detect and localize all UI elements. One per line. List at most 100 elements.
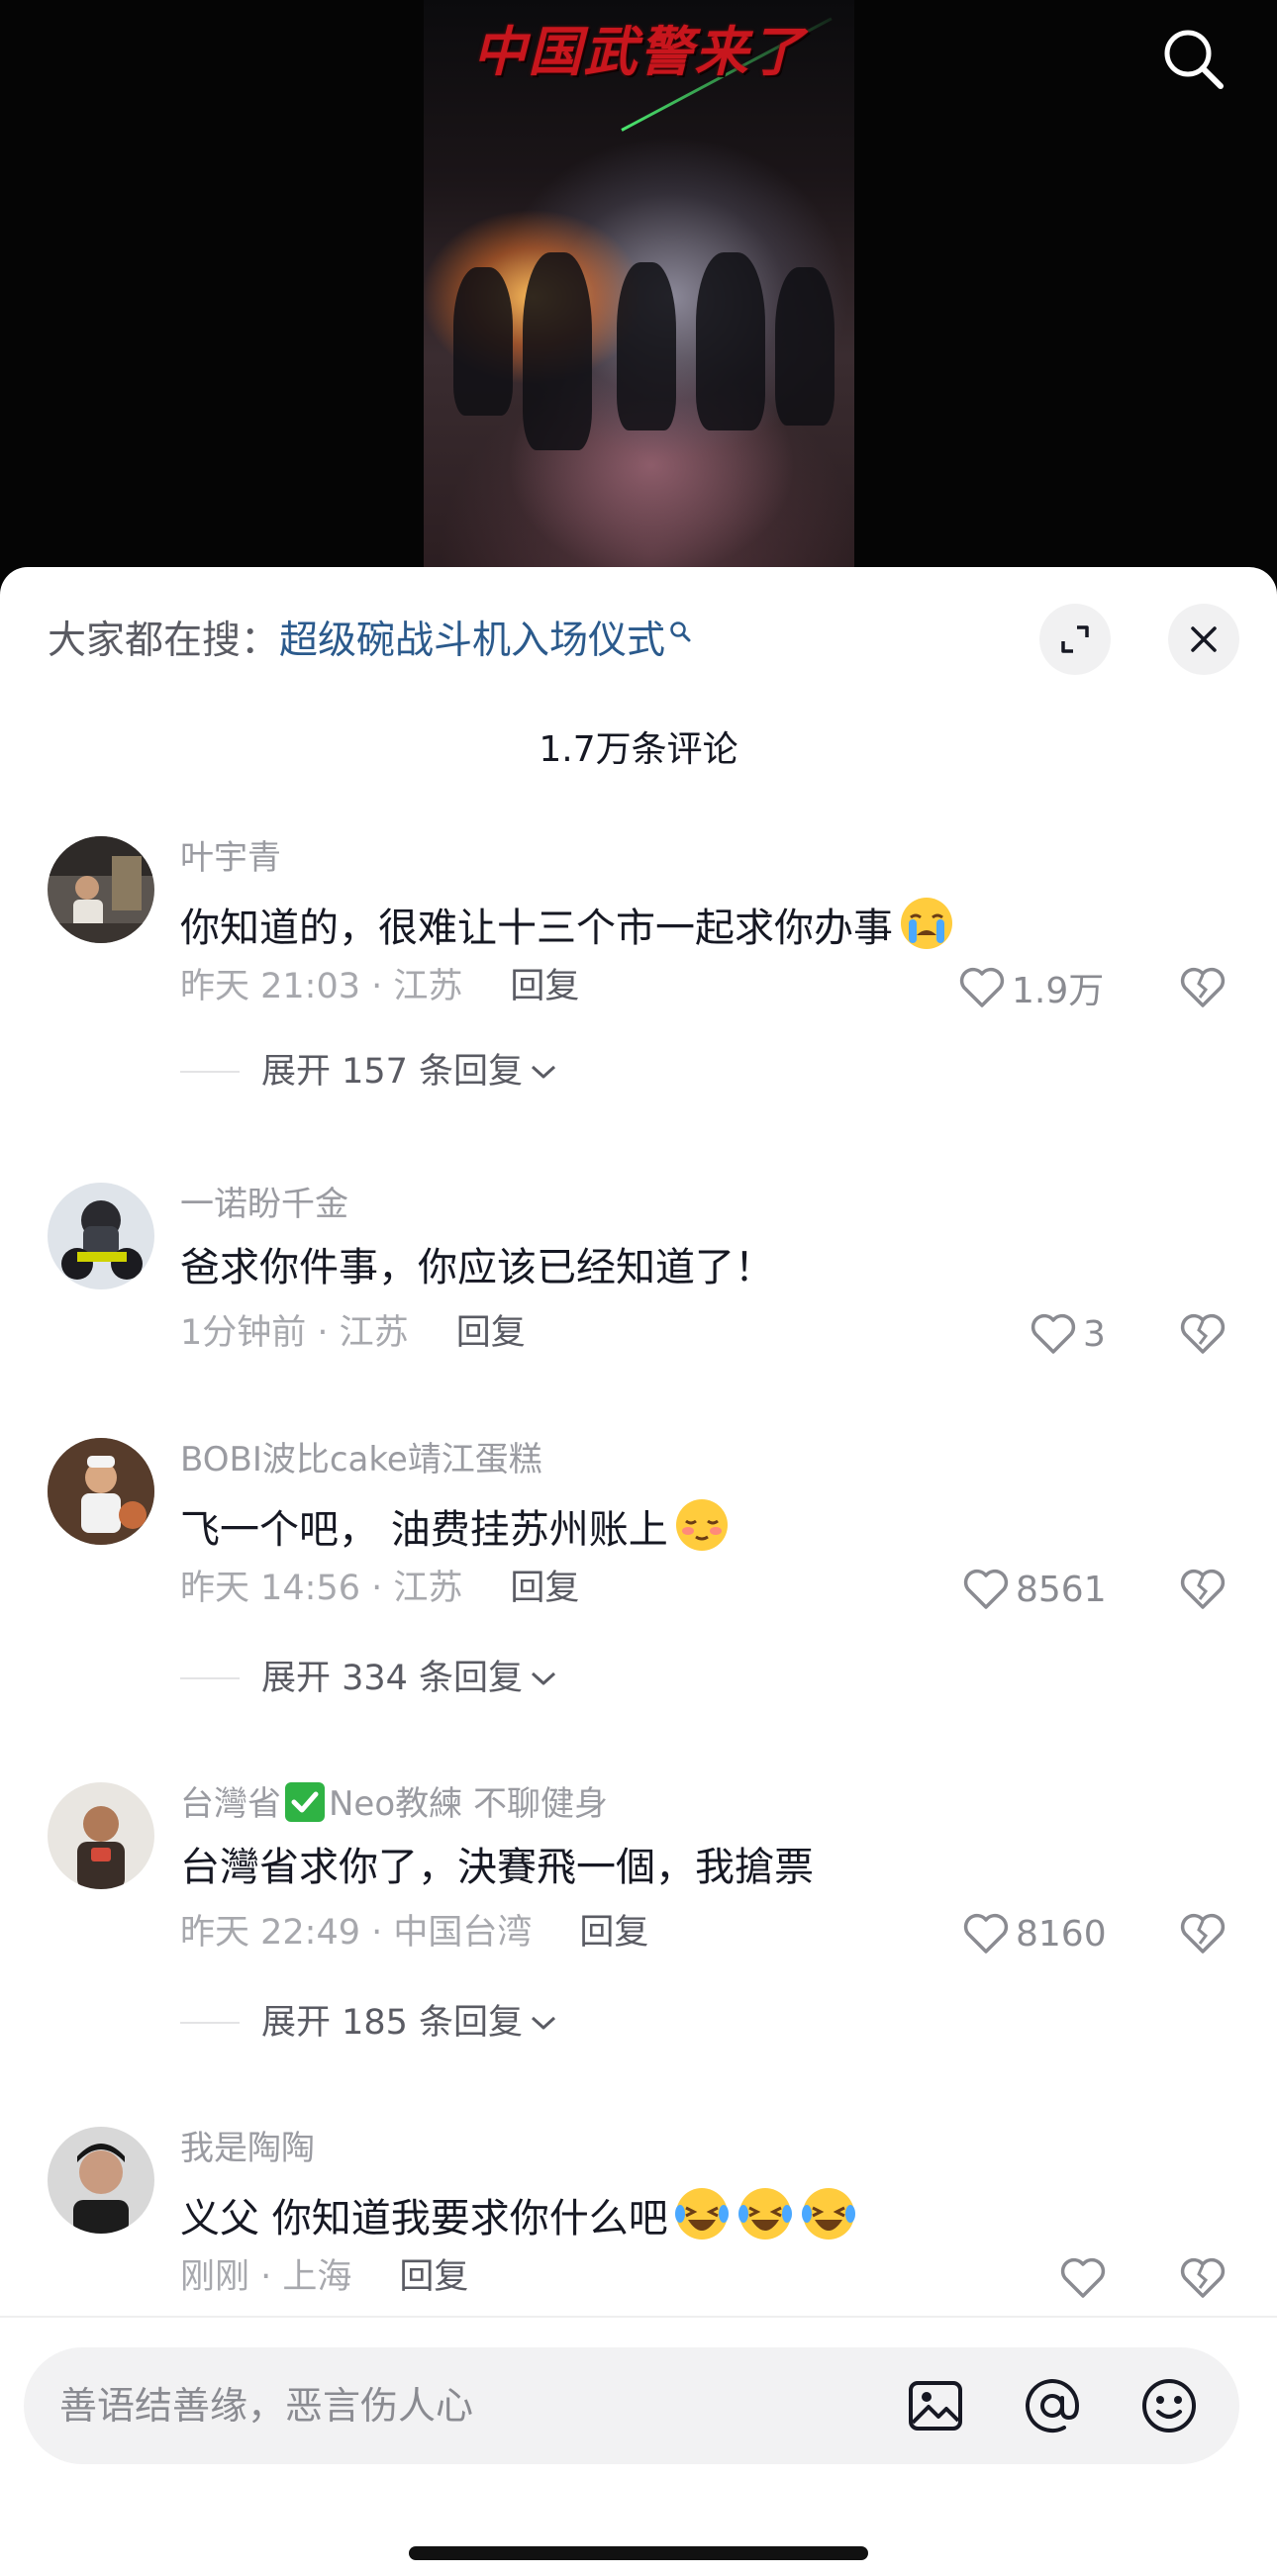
comment-username[interactable]: 叶宇青 bbox=[180, 836, 281, 880]
video-player[interactable]: 中国武警来了 bbox=[0, 0, 1277, 594]
comment-meta: 昨天 14:56 · 江苏 回复 bbox=[180, 1569, 580, 1608]
emoji-icon bbox=[1142, 2379, 1196, 2433]
like-button[interactable]: 1.9万 bbox=[958, 963, 1104, 1012]
expand-replies-button[interactable]: 展开 185 条回复 bbox=[180, 1998, 558, 2048]
heart-icon bbox=[963, 1569, 1009, 1609]
comment-text: 你知道的，很难让十三个市一起求你办事 bbox=[180, 894, 956, 956]
dislike-button[interactable] bbox=[1178, 1565, 1228, 1614]
comment-item: 叶宇青 你知道的，很难让十三个市一起求你办事 昨天 21:03 · 江苏 回复 1… bbox=[0, 836, 1277, 1094]
video-title: 中国武警来了 bbox=[472, 20, 806, 83]
like-button[interactable]: 8561 bbox=[962, 1565, 1107, 1614]
laughing-tears-icon bbox=[674, 2188, 729, 2240]
dislike-button[interactable] bbox=[1178, 2253, 1228, 2303]
laughing-tears-icon bbox=[737, 2188, 792, 2240]
verified-check-icon bbox=[285, 1782, 325, 1822]
comment-time: 刚刚 bbox=[180, 2257, 250, 2297]
comment-username[interactable]: 台灣省 Neo教練 不聊健身 bbox=[180, 1782, 608, 1826]
expand-replies-button[interactable]: 展开 157 条回复 bbox=[180, 1047, 558, 1097]
crying-face-icon bbox=[901, 898, 952, 949]
comment-meta: 刚刚 · 上海 回复 bbox=[180, 2257, 469, 2297]
comment-meta: 1分钟前 · 江苏 回复 bbox=[180, 1313, 526, 1353]
comment-text-body: 义父 你知道我要求你什么吧 bbox=[180, 2196, 668, 2242]
silhouette bbox=[696, 252, 765, 430]
comment-sheet: 大家都在搜：超级碗战斗机入场仪式 1.7万条评论 叶宇青 你知道的，很难让十三个… bbox=[0, 567, 1277, 2576]
comment-item: BOBI波比cake靖江蛋糕 飞一个吧， 油费挂苏州账上 昨天 14:56 · … bbox=[0, 1438, 1277, 1698]
chevron-down-icon bbox=[532, 2016, 556, 2030]
dislike-button[interactable] bbox=[1178, 963, 1228, 1012]
comment-text-body: 你知道的，很难让十三个市一起求你办事 bbox=[180, 906, 893, 951]
chevron-down-icon bbox=[532, 1671, 556, 1685]
expand-replies-label: 展开 334 条回复 bbox=[261, 1659, 524, 1698]
mention-button[interactable] bbox=[1020, 2373, 1085, 2438]
avatar[interactable] bbox=[48, 2127, 154, 2234]
comment-username[interactable]: BOBI波比cake靖江蛋糕 bbox=[180, 1438, 542, 1481]
image-button[interactable] bbox=[903, 2373, 968, 2438]
username-suffix: Neo教練 不聊健身 bbox=[329, 1784, 608, 1824]
reply-button[interactable]: 回复 bbox=[579, 1913, 648, 1953]
home-indicator[interactable] bbox=[409, 2546, 868, 2560]
like-button[interactable]: 3 bbox=[1030, 1309, 1106, 1359]
reply-button[interactable]: 回复 bbox=[456, 1313, 526, 1353]
at-sign-icon bbox=[1026, 2379, 1080, 2433]
reply-button[interactable]: 回复 bbox=[510, 1569, 579, 1608]
video-frame: 中国武警来了 bbox=[424, 0, 854, 594]
username-prefix: 台灣省 bbox=[180, 1784, 281, 1824]
comment-time: 昨天 21:03 bbox=[180, 967, 360, 1006]
comment-count: 1.7万条评论 bbox=[539, 729, 738, 770]
comment-text-body: 飞一个吧， 油费挂苏州账上 bbox=[180, 1507, 668, 1553]
comment-item: 台灣省 Neo教練 不聊健身 台灣省求你了，決賽飛一個，我搶票 昨天 22:49 … bbox=[0, 1782, 1277, 2043]
comment-location: 江苏 bbox=[393, 1569, 463, 1608]
comment-time: 昨天 22:49 bbox=[180, 1913, 360, 1953]
search-icon bbox=[1164, 30, 1224, 89]
broken-heart-icon bbox=[1180, 1313, 1226, 1354]
avatar[interactable] bbox=[48, 1782, 154, 1889]
heart-icon bbox=[959, 967, 1005, 1007]
comment-time: 1分钟前 bbox=[180, 1313, 307, 1353]
comment-text: 爸求你件事，你应该已经知道了！ bbox=[180, 1245, 774, 1290]
hot-search-term: 超级碗战斗机入场仪式 bbox=[279, 619, 666, 663]
broken-heart-icon bbox=[1180, 1913, 1226, 1954]
comment-username[interactable]: 我是陶陶 bbox=[180, 2127, 315, 2170]
sheet-header: 大家都在搜：超级碗战斗机入场仪式 bbox=[0, 567, 1277, 676]
reply-button[interactable]: 回复 bbox=[399, 2257, 468, 2297]
avatar[interactable] bbox=[48, 1438, 154, 1545]
comment-text: 义父 你知道我要求你什么吧 bbox=[180, 2184, 858, 2246]
close-icon bbox=[1191, 626, 1217, 652]
avatar[interactable] bbox=[48, 1183, 154, 1289]
expand-replies-label: 展开 185 条回复 bbox=[261, 2003, 524, 2043]
heart-icon bbox=[963, 1913, 1009, 1954]
comment-meta: 昨天 21:03 · 江苏 回复 bbox=[180, 967, 580, 1006]
like-count: 8160 bbox=[1016, 1913, 1107, 1955]
expand-sheet-button[interactable] bbox=[1039, 604, 1111, 675]
divider-line bbox=[180, 2022, 240, 2024]
comment-item: 一诺盼千金 爸求你件事，你应该已经知道了！ 1分钟前 · 江苏 回复 3 bbox=[0, 1183, 1277, 1371]
comment-time: 昨天 14:56 bbox=[180, 1569, 360, 1608]
small-search-icon bbox=[670, 621, 691, 642]
like-button[interactable] bbox=[1059, 2253, 1113, 2303]
expand-replies-label: 展开 157 条回复 bbox=[261, 1052, 524, 1092]
silhouette bbox=[453, 267, 513, 416]
comment-input-pill bbox=[24, 2347, 1239, 2464]
search-button[interactable] bbox=[1156, 22, 1231, 97]
heart-icon bbox=[1031, 1313, 1076, 1354]
comment-username[interactable]: 一诺盼千金 bbox=[180, 1183, 348, 1226]
comment-item: 我是陶陶 义父 你知道我要求你什么吧 刚刚 · 上海 回复 bbox=[0, 2127, 1277, 2325]
hot-search-link[interactable]: 大家都在搜：超级碗战斗机入场仪式 bbox=[48, 617, 691, 666]
avatar[interactable] bbox=[48, 836, 154, 943]
close-button[interactable] bbox=[1168, 604, 1239, 675]
silhouette bbox=[617, 262, 676, 430]
comment-text: 台灣省求你了，決賽飛一個，我搶票 bbox=[180, 1845, 814, 1890]
hot-search-prefix: 大家都在搜： bbox=[48, 619, 280, 663]
reply-button[interactable]: 回复 bbox=[510, 967, 579, 1006]
comment-location: 上海 bbox=[282, 2257, 352, 2297]
expand-replies-button[interactable]: 展开 334 条回复 bbox=[180, 1654, 558, 1703]
like-button[interactable]: 8160 bbox=[962, 1909, 1107, 1958]
like-count: 3 bbox=[1083, 1313, 1106, 1355]
divider-line bbox=[180, 1071, 240, 1073]
dislike-button[interactable] bbox=[1178, 1909, 1228, 1958]
comment-input[interactable] bbox=[59, 2347, 871, 2464]
emoji-button[interactable] bbox=[1136, 2373, 1202, 2438]
dislike-button[interactable] bbox=[1178, 1309, 1228, 1359]
expand-icon bbox=[1061, 625, 1089, 653]
broken-heart-icon bbox=[1180, 1569, 1226, 1609]
